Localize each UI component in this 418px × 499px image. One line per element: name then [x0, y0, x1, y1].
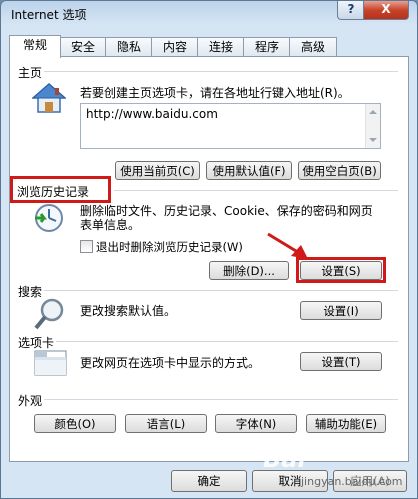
tab-connections[interactable]: 连接 [197, 37, 245, 57]
divider [44, 71, 398, 72]
dialog-window: Internet 选项 ? X 常规 安全 隐私 内容 连接 程序 高级 主页 … [0, 0, 418, 499]
tab-content[interactable]: 内容 [151, 37, 199, 57]
home-icon [32, 83, 66, 113]
tabs-settings-button[interactable]: 设置(T) [300, 352, 382, 371]
appearance-section-title: 外观 [18, 394, 43, 408]
search-settings-button[interactable]: 设置(I) [300, 301, 382, 320]
watermark-logo: Bai [263, 445, 306, 473]
divider [56, 341, 398, 342]
fonts-button[interactable]: 字体(N) [215, 414, 297, 433]
history-clock-icon [35, 204, 63, 232]
homepage-url-field[interactable]: http://www.baidu.com [80, 103, 381, 149]
history-section-title: 浏览历史记录 [17, 185, 90, 199]
homepage-section-title: 主页 [18, 66, 43, 80]
close-icon: X [381, 2, 391, 16]
scroll-down-icon[interactable] [369, 138, 377, 142]
accessibility-button[interactable]: 辅助功能(E) [306, 414, 386, 433]
use-current-button[interactable]: 使用当前页(C) [115, 161, 200, 180]
watermark-url: jingyan.baidu.com [301, 475, 403, 488]
homepage-url-value: http://www.baidu.com [86, 107, 218, 121]
divider [44, 399, 398, 400]
help-icon: ? [347, 2, 355, 16]
scroll-up-icon[interactable] [369, 110, 377, 114]
tabs-description: 更改网页在选项卡中显示的方式。 [80, 356, 261, 370]
delete-on-exit-checkbox[interactable] [80, 240, 93, 253]
scrollbar[interactable] [365, 104, 380, 148]
divider [44, 290, 398, 291]
homepage-description: 若要创建主页选项卡，请在各地址行键入地址(R)。 [80, 86, 350, 100]
search-description: 更改搜索默认值。 [80, 304, 177, 318]
tab-advanced[interactable]: 高级 [289, 37, 337, 57]
tab-general[interactable]: 常规 [9, 35, 61, 58]
colors-button[interactable]: 颜色(O) [34, 414, 116, 433]
delete-history-button[interactable]: 删除(D)... [209, 261, 289, 280]
help-button[interactable]: ? [337, 1, 365, 20]
general-panel: 主页 若要创建主页选项卡，请在各地址行键入地址(R)。 http://www.b… [9, 56, 409, 462]
tabs-icon [34, 350, 67, 376]
search-icon [34, 298, 64, 330]
delete-on-exit-label[interactable]: 退出时删除浏览历史记录(W) [96, 239, 243, 255]
divider [114, 190, 398, 191]
ok-button[interactable]: 确定 [171, 470, 247, 492]
languages-button[interactable]: 语言(L) [125, 414, 207, 433]
tab-security[interactable]: 安全 [59, 37, 107, 57]
close-button[interactable]: X [363, 1, 409, 20]
tab-privacy[interactable]: 隐私 [105, 37, 153, 57]
history-settings-button[interactable]: 设置(S) [300, 261, 382, 280]
use-blank-button[interactable]: 使用空白页(B) [298, 161, 381, 180]
use-default-button[interactable]: 使用默认值(F) [206, 161, 292, 180]
history-description-line2: 表单信息。 [80, 218, 141, 232]
window-title: Internet 选项 [11, 8, 87, 22]
tab-programs[interactable]: 程序 [243, 37, 291, 57]
